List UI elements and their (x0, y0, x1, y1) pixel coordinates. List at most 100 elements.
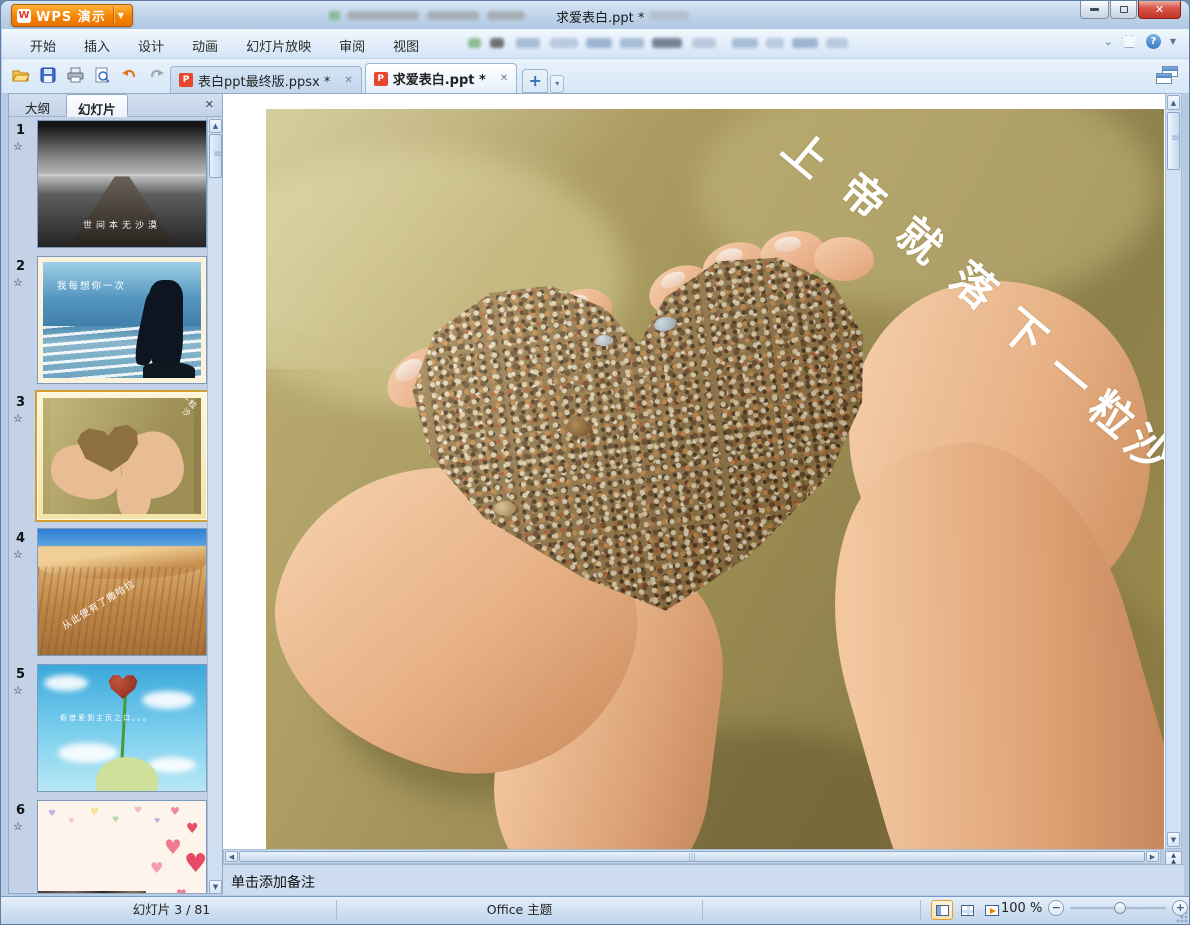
collapse-ribbon-icon[interactable]: ⌄ (1104, 35, 1113, 48)
slide-thumbnail-1[interactable]: 1 ☆ 世间本无沙漠 (9, 118, 208, 254)
print-button[interactable] (64, 64, 86, 86)
transition-star-icon: ☆ (13, 276, 23, 289)
scroll-up-icon[interactable]: ▲ (1167, 95, 1180, 110)
slide-thumbnail-2[interactable]: 2 ☆ 我每想你一次 (9, 254, 208, 390)
redacted-menu-item (766, 38, 784, 48)
doc-tab-inactive[interactable]: P 表白ppt最终版.ppsx * ✕ (170, 66, 362, 93)
notes-pane[interactable]: 单击添加备注 (223, 864, 1184, 895)
transition-star-icon: ☆ (13, 820, 23, 833)
menu-tab-slideshow[interactable]: 幻灯片放映 (232, 29, 325, 59)
ppt-file-icon: P (179, 73, 193, 87)
scroll-right-icon[interactable]: ▶ (1146, 851, 1159, 862)
wps-logo-icon: W (17, 8, 31, 23)
app-menu-caret-icon[interactable]: ▼ (114, 11, 128, 20)
redo-icon (150, 69, 164, 77)
wps-presentation-window: W WPS 演示 ▼ 求爱表白.ppt * ✕ 开始 插入 设计 动画 幻灯片放… (0, 0, 1190, 925)
save-button[interactable] (37, 64, 59, 86)
redacted-menu-item (792, 38, 818, 48)
minimize-button[interactable] (1080, 1, 1109, 19)
restore-button[interactable] (1110, 1, 1137, 19)
slide2-couple-image: 我每想你一次 (43, 262, 201, 378)
slide-thumbnail-5[interactable]: 5 ☆ 假借爱到主页之口。。。 (9, 662, 208, 798)
help-caret-icon[interactable]: ▼ (1170, 37, 1176, 46)
sidebar-scroll-thumb[interactable] (209, 134, 222, 178)
zoom-out-button[interactable]: − (1048, 900, 1065, 916)
vertical-scroll-thumb[interactable] (1167, 112, 1180, 170)
menu-tab-insert[interactable]: 插入 (70, 29, 124, 59)
new-tab-caret-icon[interactable]: ▾ (550, 75, 565, 93)
scroll-left-icon[interactable]: ◀ (225, 851, 238, 862)
slide2-caption: 我每想你一次 (57, 281, 127, 292)
horizontal-scroll-thumb[interactable] (239, 851, 1145, 862)
doc-tab-active[interactable]: P 求爱表白.ppt * ✕ (364, 63, 518, 93)
resize-grip[interactable] (1176, 911, 1188, 923)
skin-theme-icon[interactable] (1121, 35, 1137, 48)
menu-tab-design[interactable]: 设计 (124, 29, 178, 59)
slide-number: 6 (16, 803, 26, 818)
slide-panel-tabs: 大纲 幻灯片 ✕ (9, 94, 222, 117)
slide-photo-hands-heart[interactable]: 上帝就落下一粒沙 (266, 109, 1164, 849)
slide-number: 2 (16, 259, 26, 274)
slide-thumbnail-4[interactable]: 4 ☆ 从此便有了撒哈拉 (9, 526, 208, 662)
normal-view-icon (935, 904, 949, 916)
tab-outline[interactable]: 大纲 (14, 94, 61, 117)
slide-thumbnail-6[interactable]: 6 ☆ ♥ ♥ ♥ ♥ ♥ ♥ ♥ ♥ ♥ ♥ ♥ ♥ (9, 798, 208, 893)
open-folder-icon (12, 70, 30, 82)
redacted-titlebar-text (347, 11, 419, 20)
blue-pebble (596, 335, 612, 346)
window-arrange-icon[interactable] (1156, 66, 1178, 84)
new-tab-button[interactable]: + (522, 69, 549, 93)
menu-tab-home[interactable]: 开始 (16, 29, 70, 59)
redo-button[interactable] (145, 64, 167, 86)
slide-number: 1 (16, 123, 26, 138)
zoom-slider[interactable] (1070, 901, 1167, 914)
slide-thumbnail-list: 1 ☆ 世间本无沙漠 2 ☆ 我每想你一次 3 ☆ 上帝就落下一粒沙 4 ☆ 从… (9, 118, 208, 893)
menu-tab-view[interactable]: 视图 (379, 29, 433, 59)
scroll-up-icon[interactable]: ▲ (209, 119, 222, 133)
transition-star-icon: ☆ (13, 684, 23, 697)
notes-placeholder[interactable]: 单击添加备注 (231, 872, 315, 892)
print-preview-icon (95, 67, 110, 83)
print-preview-button[interactable] (91, 64, 113, 86)
redacted-menu-item (550, 38, 578, 48)
redacted-menu-item (692, 38, 716, 48)
zoom-level: 100 % (1001, 900, 1043, 916)
close-button[interactable]: ✕ (1138, 1, 1181, 19)
sidebar-scrollbar[interactable]: ▲ ▼ (207, 118, 222, 893)
slide6-hearts-collage-image: ♥ ♥ ♥ ♥ ♥ ♥ ♥ ♥ ♥ ♥ ♥ ♥ (38, 801, 206, 893)
slide-thumbnail-3-selected[interactable]: 3 ☆ 上帝就落下一粒沙 (9, 390, 208, 526)
slide5-caption: 假借爱到主页之口。。。 (60, 714, 152, 722)
restore-icon (1119, 6, 1128, 13)
doc-tab-close-icon[interactable]: ✕ (500, 73, 508, 84)
slide4-desert-image: 从此便有了撒哈拉 (38, 529, 206, 655)
help-icon[interactable]: ? (1145, 34, 1161, 49)
slideshow-play-icon (985, 904, 999, 916)
zoom-slider-thumb[interactable] (1114, 901, 1127, 914)
redacted-menu-item (620, 38, 644, 48)
slideshow-button[interactable] (981, 900, 1003, 920)
slide-number: 5 (16, 667, 26, 682)
status-bar: 幻灯片 3 / 81 Office 主题 100 % − + (1, 896, 1189, 924)
panel-close-icon[interactable]: ✕ (205, 98, 214, 111)
vertical-scrollbar[interactable]: ▲ ▼ (1165, 93, 1182, 849)
redacted-titlebar-text (427, 11, 479, 20)
redacted-menu-item (732, 38, 758, 48)
slide1-pier-image: 世间本无沙漠 (38, 121, 206, 247)
quick-toolbar-row: ▼̄ P 表白ppt最终版.ppsx * ✕ P 求爱表白.ppt * ✕ + … (2, 59, 1189, 93)
horizontal-scrollbar[interactable]: ◀ ▶ (223, 849, 1161, 864)
scroll-down-icon[interactable]: ▼ (1167, 832, 1180, 847)
open-file-button[interactable] (10, 64, 32, 86)
wps-app-menu-button[interactable]: W WPS 演示 ▼ (11, 4, 133, 27)
slide5-heart-lollipop-image: 假借爱到主页之口。。。 (38, 665, 206, 791)
doc-tab-close-icon[interactable]: ✕ (344, 75, 352, 86)
menu-tab-review[interactable]: 审阅 (325, 29, 379, 59)
window-controls: ✕ (1079, 1, 1181, 19)
slide-sorter-view-button[interactable] (956, 900, 978, 920)
slide-sorter-icon (960, 904, 974, 916)
undo-button[interactable] (118, 64, 140, 86)
menu-tab-animation[interactable]: 动画 (178, 29, 232, 59)
normal-view-button[interactable] (931, 900, 953, 920)
scroll-down-icon[interactable]: ▼ (209, 880, 222, 893)
slide-editing-canvas[interactable]: 上帝就落下一粒沙 (223, 93, 1165, 849)
tab-slides[interactable]: 幻灯片 (66, 94, 128, 117)
